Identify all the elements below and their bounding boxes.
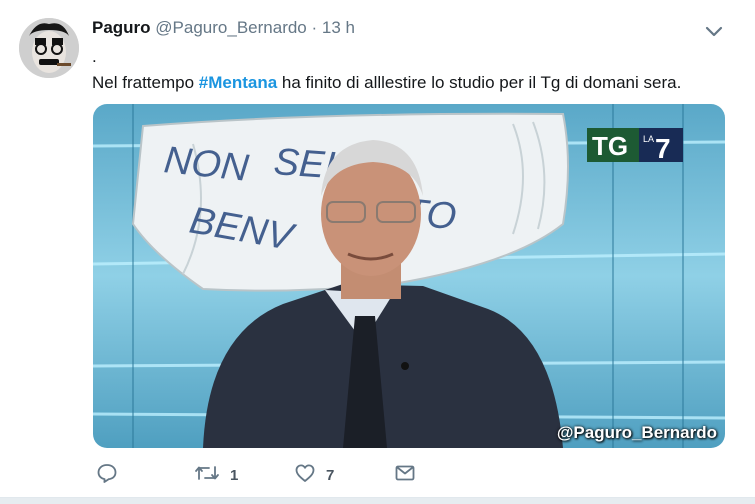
chevron-down-icon[interactable] xyxy=(703,20,725,42)
logo-7-text: 7 xyxy=(655,133,671,164)
reply-icon[interactable] xyxy=(96,462,118,488)
retweet-count: 1 xyxy=(230,466,239,484)
message-icon[interactable] xyxy=(394,462,416,488)
reply-button[interactable] xyxy=(96,462,128,488)
retweet-button[interactable]: 1 xyxy=(194,462,238,488)
logo-tg-text: TG xyxy=(592,131,628,161)
logo-la-text: LA xyxy=(643,134,654,144)
text-suffix: ha finito di alllestire lo studio per il… xyxy=(277,73,682,92)
user-handle[interactable]: @Paguro_Bernardo xyxy=(155,18,306,37)
timestamp[interactable]: 13 h xyxy=(322,18,355,37)
tweet-header: Paguro @Paguro_Bernardo · 13 h xyxy=(92,17,355,39)
svg-text:NON: NON xyxy=(162,139,251,190)
text-prefix: Nel frattempo xyxy=(92,73,199,92)
message-button[interactable] xyxy=(394,462,416,488)
tweet-text-line2: Nel frattempo #Mentana ha finito di alll… xyxy=(92,70,732,96)
hashtag-link[interactable]: #Mentana xyxy=(199,73,277,92)
tweet-text-line1: . xyxy=(92,47,97,66)
like-count: 7 xyxy=(326,466,335,484)
avatar[interactable] xyxy=(19,18,79,78)
tweet-text: . Nel frattempo #Mentana ha finito di al… xyxy=(92,44,732,96)
media-watermark: @Paguro_Bernardo xyxy=(556,423,717,442)
tweet-actions: 1 7 xyxy=(96,462,516,488)
display-name[interactable]: Paguro xyxy=(92,18,151,37)
separator-dot: · xyxy=(311,18,318,37)
like-icon[interactable] xyxy=(294,462,316,488)
tweet-media[interactable]: NON SEI BENV TO TG LA 7 @Paguro_Bernardo xyxy=(93,104,725,448)
retweet-icon[interactable] xyxy=(194,462,220,488)
tg-la7-logo: TG LA 7 xyxy=(587,124,683,166)
like-button[interactable]: 7 xyxy=(294,462,334,488)
tweet-card[interactable]: Paguro @Paguro_Bernardo · 13 h . Nel fra… xyxy=(0,0,755,498)
